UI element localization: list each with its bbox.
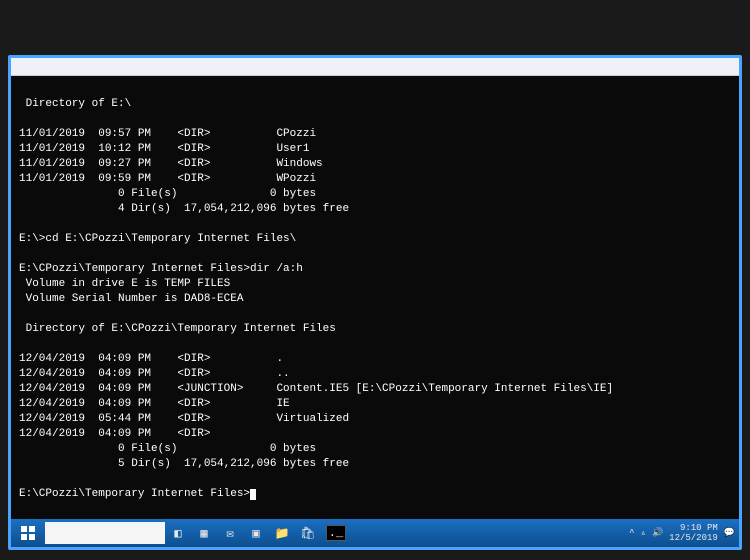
mail-icon[interactable]: ✉ bbox=[222, 525, 238, 541]
dir-entry: 12/04/2019 05:44 PM <DIR> Virtualized bbox=[19, 413, 349, 425]
monitor: Directory of E:\ 11/01/2019 09:57 PM <DI… bbox=[8, 55, 742, 550]
explorer-icon[interactable]: 📁 bbox=[274, 525, 290, 541]
volume-icon[interactable]: 🔊 bbox=[652, 528, 663, 538]
search-input[interactable] bbox=[45, 522, 165, 544]
cursor-icon bbox=[250, 489, 256, 500]
store-icon[interactable]: 🛍 bbox=[300, 525, 316, 541]
summary-dirs: 5 Dir(s) 17,054,212,096 bytes free bbox=[19, 458, 349, 470]
chevron-up-icon[interactable]: ^ bbox=[629, 528, 634, 538]
dir-entry: 12/04/2019 04:09 PM <DIR> .. bbox=[19, 368, 290, 380]
start-button[interactable] bbox=[20, 525, 36, 541]
dir-entry: 12/04/2019 04:09 PM <DIR> bbox=[19, 428, 210, 440]
dir-header: Directory of E:\ bbox=[19, 98, 131, 110]
command-line: E:\CPozzi\Temporary Internet Files>dir /… bbox=[19, 263, 303, 275]
command-prompt-output[interactable]: Directory of E:\ 11/01/2019 09:57 PM <DI… bbox=[11, 76, 739, 519]
prompt[interactable]: E:\CPozzi\Temporary Internet Files> bbox=[19, 488, 250, 500]
task-view-icon[interactable]: ◧ bbox=[170, 525, 186, 541]
cmd-icon[interactable]: ._ bbox=[326, 525, 346, 541]
clock-date[interactable]: 12/5/2019 bbox=[669, 533, 718, 543]
app-icon[interactable]: ▣ bbox=[248, 525, 264, 541]
summary-dirs: 4 Dir(s) 17,054,212,096 bytes free bbox=[19, 203, 349, 215]
dir-entry: 12/04/2019 04:09 PM <JUNCTION> Content.I… bbox=[19, 383, 613, 395]
windows-icon bbox=[21, 526, 35, 540]
summary-files: 0 File(s) 0 bytes bbox=[19, 443, 316, 455]
dir-entry: 12/04/2019 04:09 PM <DIR> . bbox=[19, 353, 283, 365]
system-tray[interactable]: ^ ▵ 🔊 9:10 PM 12/5/2019 💬 bbox=[629, 523, 735, 543]
dir-header: Directory of E:\CPozzi\Temporary Interne… bbox=[19, 323, 336, 335]
dir-entry: 11/01/2019 09:57 PM <DIR> CPozzi bbox=[19, 128, 316, 140]
dir-entry: 12/04/2019 04:09 PM <DIR> IE bbox=[19, 398, 290, 410]
command-line: E:\>cd E:\CPozzi\Temporary Internet File… bbox=[19, 233, 296, 245]
dir-entry: 11/01/2019 09:59 PM <DIR> WPozzi bbox=[19, 173, 316, 185]
dir-entry: 11/01/2019 09:27 PM <DIR> Windows bbox=[19, 158, 323, 170]
summary-files: 0 File(s) 0 bytes bbox=[19, 188, 316, 200]
taskbar[interactable]: ◧ ▦ ✉ ▣ 📁 🛍 ._ ^ ▵ 🔊 9:10 PM 12/5/2019 💬 bbox=[11, 519, 739, 547]
dir-entry: 11/01/2019 10:12 PM <DIR> User1 bbox=[19, 143, 309, 155]
volume-label: Volume in drive E is TEMP FILES bbox=[19, 278, 230, 290]
window-titlebar[interactable] bbox=[11, 58, 739, 76]
network-icon[interactable]: ▵ bbox=[641, 528, 646, 538]
volume-serial: Volume Serial Number is DAD8-ECEA bbox=[19, 293, 243, 305]
clock-time[interactable]: 9:10 PM bbox=[669, 523, 718, 533]
app-icon[interactable]: ▦ bbox=[196, 525, 212, 541]
notification-icon[interactable]: 💬 bbox=[724, 528, 735, 538]
